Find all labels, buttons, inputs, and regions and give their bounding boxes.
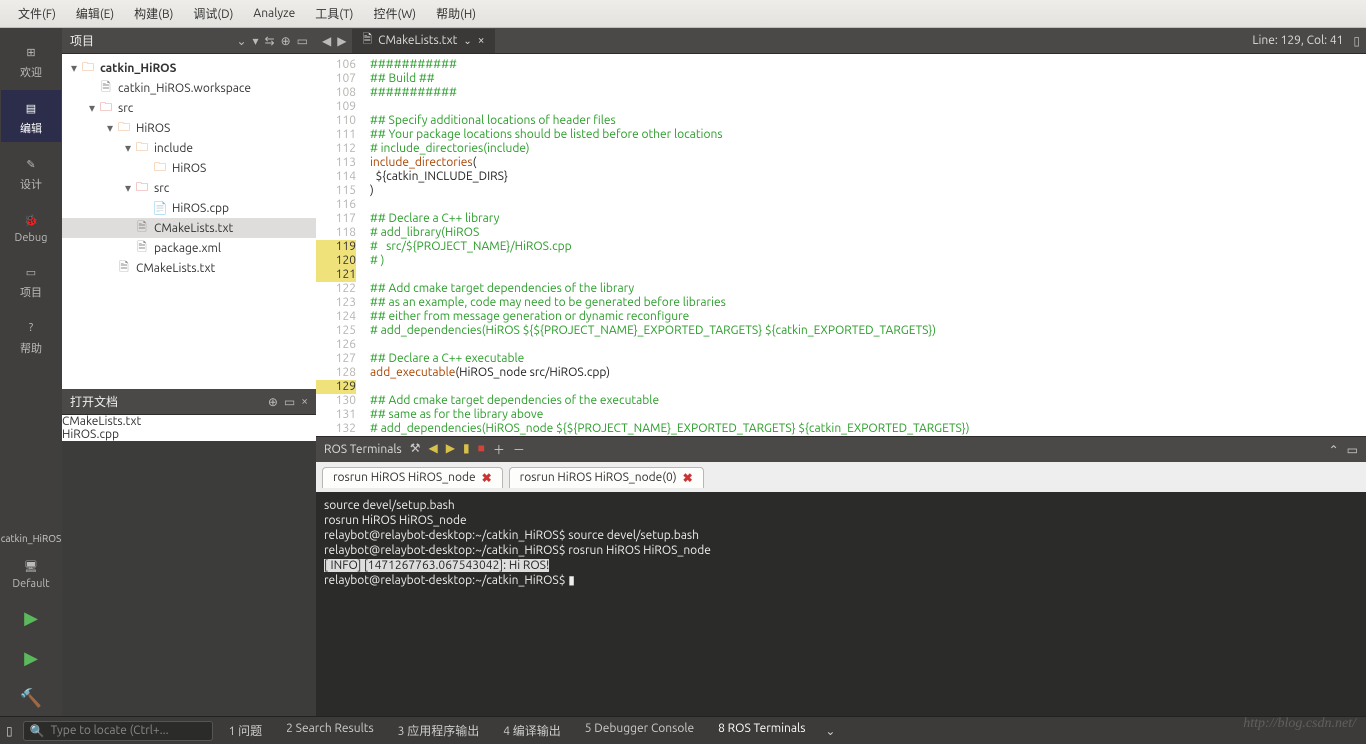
mode-button-项目[interactable]: ▭项目 — [1, 254, 61, 306]
stop-icon[interactable]: ■ — [478, 441, 485, 458]
mode-button-Debug[interactable]: 🐞Debug — [1, 202, 61, 250]
menu-item[interactable]: 文件(F) — [8, 5, 66, 22]
project-panel-header: 项目 ⌄ ▾ ⇆ ⊕ ▭ — [62, 28, 316, 54]
mode-button-编辑[interactable]: ▤编辑 — [1, 90, 61, 142]
cursor-status: Line: 129, Col: 41 — [1252, 34, 1347, 47]
output-tab[interactable]: 5 Debugger Console — [579, 722, 700, 739]
bottom-tabs: 1 问题 2 Search Results 3 应用程序输出 4 编译输出 5 Debu… — [223, 722, 812, 739]
mode-button-欢迎[interactable]: ⊞欢迎 — [1, 34, 61, 86]
forward-icon[interactable]: ▶ — [446, 441, 455, 458]
tree-row[interactable]: CMakeLists.txt — [62, 218, 316, 238]
terminal-tab[interactable]: rosrun HiROS HiROS_node(0) ✖ — [509, 467, 704, 488]
output-tab[interactable]: 2 Search Results — [280, 722, 380, 739]
close-icon[interactable]: × — [301, 395, 308, 409]
output-tab[interactable]: 8 ROS Terminals — [712, 722, 811, 739]
menubar: 文件(F)编辑(E)构建(B)调试(D)Analyze工具(T)控件(W)帮助(… — [0, 0, 1366, 28]
tab-label: CMakeLists.txt — [378, 34, 457, 47]
open-docs-title: 打开文档 — [70, 393, 268, 410]
terminal-title: ROS Terminals — [324, 443, 402, 456]
sidebar-toggle-icon[interactable]: ▯ — [6, 724, 13, 738]
back-icon[interactable]: ◀ — [322, 34, 331, 48]
left-column: 项目 ⌄ ▾ ⇆ ⊕ ▭ ▾catkin_HiROScatkin_HiROS.w… — [62, 28, 316, 716]
plus-icon[interactable]: ⊕ — [281, 34, 291, 48]
mode-sidebar: ⊞欢迎▤编辑✎设计🐞Debug▭项目?帮助 catkin_HiROS 🖥Defaul… — [0, 28, 62, 716]
open-docs-list[interactable]: CMakeLists.txtHiROS.cpp — [62, 415, 316, 441]
locator-input[interactable]: 🔍 Type to locate (Ctrl+... — [23, 721, 213, 741]
menu-item[interactable]: 工具(T) — [305, 5, 363, 22]
output-tab[interactable]: 1 问题 — [223, 722, 269, 739]
tree-row[interactable]: ▾src — [62, 178, 316, 198]
menu-item[interactable]: Analyze — [243, 7, 305, 20]
code-editor[interactable]: 1061071081091101111121131141151161171181… — [316, 54, 1366, 436]
watermark: http://blog.csdn.net/ — [1243, 716, 1356, 732]
pause-icon[interactable]: ▮ — [463, 441, 470, 458]
split-icon[interactable]: ▭ — [1347, 443, 1358, 457]
chevron-icon[interactable]: ⌄ — [825, 724, 835, 738]
close-icon[interactable]: ✖ — [482, 471, 492, 485]
run-debug-button[interactable]: ▶ — [1, 640, 61, 676]
terminal-tabs: rosrun HiROS HiROS_node ✖ rosrun HiROS Hi… — [316, 462, 1366, 492]
tree-row[interactable]: ▾catkin_HiROS — [62, 58, 316, 78]
forward-icon[interactable]: ▶ — [337, 34, 346, 48]
terminal-tab[interactable]: rosrun HiROS HiROS_node ✖ — [322, 467, 503, 488]
line-gutter: 1061071081091101111121131141151161171181… — [316, 54, 362, 436]
menu-item[interactable]: 构建(B) — [124, 5, 183, 22]
hammer-icon[interactable]: ⚒ — [410, 441, 421, 458]
mode-button-帮助[interactable]: ?帮助 — [1, 310, 61, 362]
chevron-down-icon[interactable]: ⌄ — [236, 34, 246, 48]
link-icon[interactable]: ⇆ — [265, 34, 275, 48]
open-docs-header: 打开文档 ⊕ ▭ × — [62, 389, 316, 415]
project-label: catkin_HiROS — [0, 533, 65, 544]
remove-icon[interactable]: － — [513, 441, 525, 458]
tree-row[interactable]: ▾src — [62, 98, 316, 118]
tree-row[interactable]: package.xml — [62, 238, 316, 258]
menu-item[interactable]: 调试(D) — [183, 5, 243, 22]
open-doc-item[interactable]: HiROS.cpp — [62, 428, 316, 441]
run-button[interactable]: ▶ — [1, 600, 61, 636]
menu-item[interactable]: 帮助(H) — [426, 5, 486, 22]
terminal-output[interactable]: source devel/setup.bashrosrun HiROS HiRO… — [316, 492, 1366, 716]
tree-row[interactable]: CMakeLists.txt — [62, 258, 316, 278]
split-icon[interactable]: ▯ — [1353, 34, 1360, 48]
locator-placeholder: Type to locate (Ctrl+... — [51, 724, 169, 737]
output-tab[interactable]: 3 应用程序输出 — [392, 722, 486, 739]
project-panel-title: 项目 — [70, 32, 236, 49]
chevron-icon[interactable]: ⌄ — [463, 35, 471, 47]
collapse-icon[interactable]: ⌃ — [1329, 443, 1339, 457]
editor-tabbar: ◀ ▶ 🗎 CMakeLists.txt ⌄ × Line: 129, Col:… — [316, 28, 1366, 54]
tree-row[interactable]: ▾include — [62, 138, 316, 158]
menu-item[interactable]: 编辑(E) — [66, 5, 124, 22]
back-icon[interactable]: ◀ — [429, 441, 438, 458]
file-icon: 🗎 — [362, 30, 372, 51]
plus-icon[interactable]: ⊕ — [268, 395, 278, 409]
split-icon[interactable]: ▭ — [297, 34, 308, 48]
tree-row[interactable]: HiROS.cpp — [62, 198, 316, 218]
code-area[interactable]: ############# Build ############# ## Spe… — [362, 54, 1366, 436]
tree-row[interactable]: HiROS — [62, 158, 316, 178]
filter-icon[interactable]: ▾ — [253, 34, 259, 48]
search-icon: 🔍 — [30, 724, 45, 738]
open-doc-item[interactable]: CMakeLists.txt — [62, 415, 316, 428]
bottom-bar: ▯ 🔍 Type to locate (Ctrl+... 1 问题 2 Searc… — [0, 716, 1366, 744]
kit-selector[interactable]: 🖥Default — [1, 548, 61, 596]
terminal-panel-header: ROS Terminals ⚒ ◀ ▶ ▮ ■ ＋ － ⌃ ▭ — [316, 436, 1366, 462]
mode-button-设计[interactable]: ✎设计 — [1, 146, 61, 198]
add-icon[interactable]: ＋ — [493, 441, 505, 458]
output-tab[interactable]: 4 编译输出 — [497, 722, 567, 739]
close-icon[interactable]: × — [478, 34, 485, 47]
close-icon[interactable]: ✖ — [683, 471, 693, 485]
tree-row[interactable]: ▾HiROS — [62, 118, 316, 138]
editor-column: ◀ ▶ 🗎 CMakeLists.txt ⌄ × Line: 129, Col:… — [316, 28, 1366, 716]
menu-item[interactable]: 控件(W) — [363, 5, 426, 22]
split-icon[interactable]: ▭ — [284, 395, 295, 409]
editor-tab[interactable]: 🗎 CMakeLists.txt ⌄ × — [352, 29, 494, 53]
build-button[interactable]: 🔨 — [1, 680, 61, 716]
tree-row[interactable]: catkin_HiROS.workspace — [62, 78, 316, 98]
project-tree[interactable]: ▾catkin_HiROScatkin_HiROS.workspace▾src▾… — [62, 54, 316, 389]
